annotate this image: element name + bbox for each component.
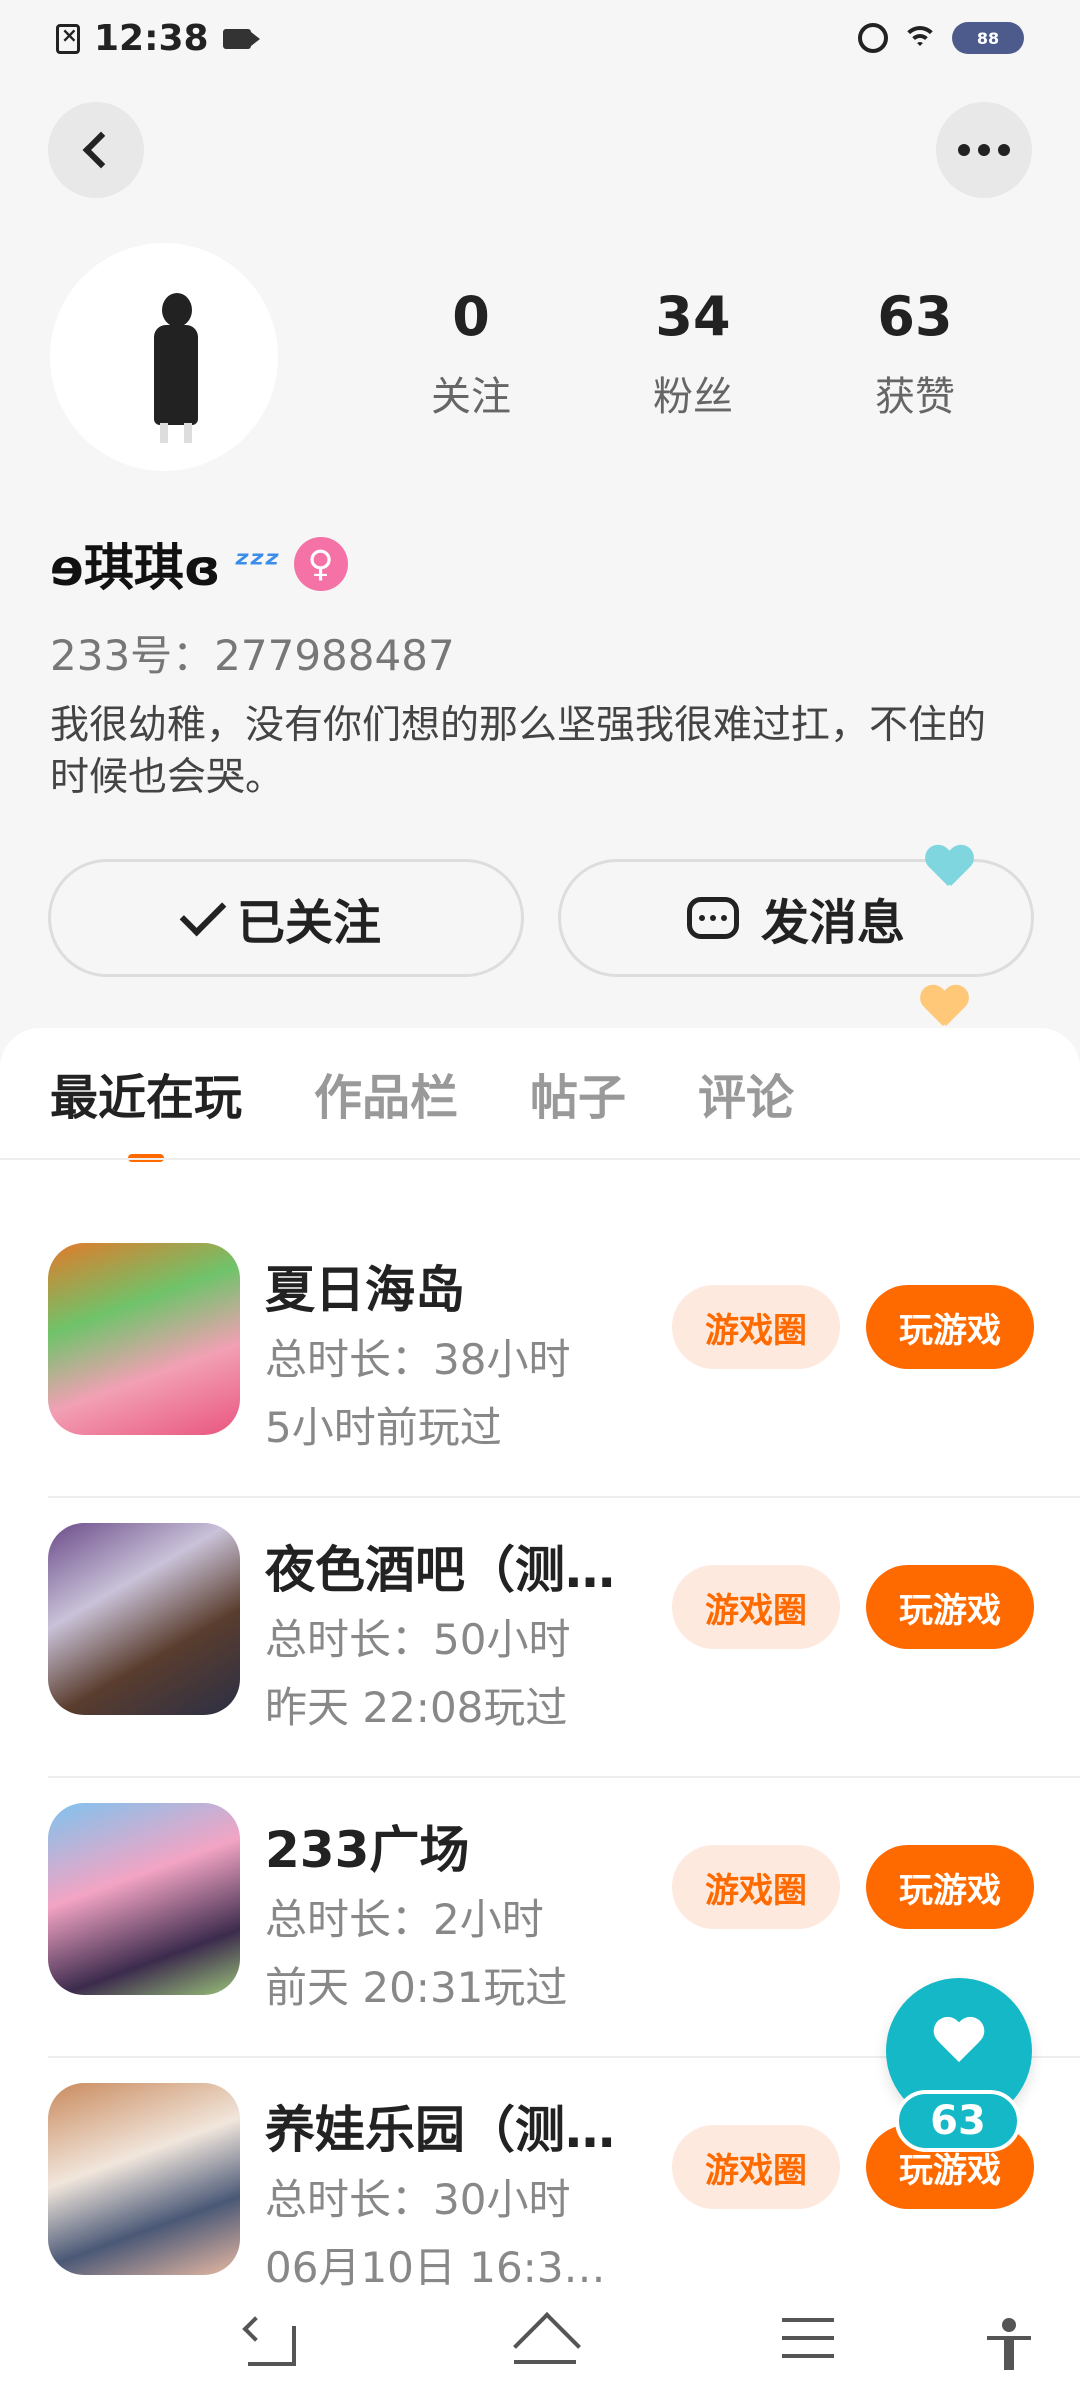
user-id: 233号：277988487 [50,631,455,680]
play-game-button[interactable]: 玩游戏 [866,1285,1034,1369]
female-gender-icon: ♀ [293,537,348,591]
stat-value: 63 [877,285,953,348]
game-circle-button[interactable]: 游戏圈 [672,2125,840,2209]
stat-likes[interactable]: 63 获赞 [804,290,1026,422]
system-nav-bar [0,2288,1080,2400]
nav-menu-icon[interactable] [782,2318,842,2374]
game-icon[interactable] [48,2083,240,2275]
name-row: ɘ琪琪ɞ ᶻᶻᶻ ♀ [50,528,348,600]
game-circle-button[interactable]: 游戏圈 [672,1565,840,1649]
game-last-played: 06月10日 16:3… [265,2243,606,2292]
tab-posts[interactable]: 帖子 [530,1058,626,1128]
stat-label: 粉丝 [653,374,733,420]
game-circle-button[interactable]: 游戏圈 [672,1285,840,1369]
list-item[interactable]: 夜色酒吧（测… 总时长：50小时 昨天 22:08玩过 游戏圈 玩游戏 [0,1498,1080,1778]
game-title: 养娃乐园（测… [265,2101,615,2159]
heart-icon [934,2018,984,2064]
divider [0,1158,1080,1160]
stat-following[interactable]: 0 关注 [360,290,582,422]
status-time: 12:38 [94,18,209,59]
blocked-file-icon [56,23,80,54]
wifi-icon [902,24,938,52]
stat-value: 0 [452,285,490,348]
tab-recently-played[interactable]: 最近在玩 [50,1058,242,1128]
stat-value: 34 [655,285,731,348]
game-title: 233广场 [265,1821,470,1879]
stat-label: 获赞 [875,374,955,420]
game-duration: 总时长：38小时 [265,1335,571,1384]
tab-comments[interactable]: 评论 [698,1058,794,1128]
floating-heart-icon [925,846,971,892]
more-options-button[interactable] [936,102,1032,198]
more-dots-icon [958,144,1010,156]
game-circle-button[interactable]: 游戏圈 [672,1845,840,1929]
list-item[interactable]: 夏日海岛 总时长：38小时 5小时前玩过 游戏圈 玩游戏 [0,1218,1080,1498]
accessibility-icon[interactable] [984,2318,1034,2374]
alarm-icon [858,23,888,53]
tab-bar: 最近在玩 作品栏 帖子 评论 [50,1058,866,1128]
game-icon[interactable] [48,1523,240,1715]
nav-back-icon[interactable] [240,2318,300,2374]
sleeping-icon: ᶻᶻᶻ [234,543,280,585]
game-duration: 总时长：2小时 [265,1895,544,1944]
game-title: 夜色酒吧（测… [265,1541,615,1599]
profile-stats: 0 关注 34 粉丝 63 获赞 [360,290,1026,422]
stat-fans[interactable]: 34 粉丝 [582,290,804,422]
chevron-left-icon [82,131,120,169]
avatar[interactable] [50,243,278,471]
floating-heart-icon [920,986,966,1032]
following-button[interactable]: 已关注 [48,859,524,977]
game-duration: 总时长：30小时 [265,2175,571,2224]
play-game-button[interactable]: 玩游戏 [866,1845,1034,1929]
video-camera-icon [222,28,260,49]
game-last-played: 5小时前玩过 [265,1403,502,1452]
tab-works[interactable]: 作品栏 [314,1058,458,1128]
back-button[interactable] [48,102,144,198]
chat-bubble-icon [686,897,739,939]
status-bar: 12:38 88 [0,0,1080,84]
play-game-button[interactable]: 玩游戏 [866,1565,1034,1649]
send-message-label: 发消息 [760,895,905,951]
game-duration: 总时长：50小时 [265,1615,571,1664]
game-icon[interactable] [48,1803,240,1995]
game-icon[interactable] [48,1243,240,1435]
game-title: 夏日海岛 [265,1261,465,1319]
game-list: 夏日海岛 总时长：38小时 5小时前玩过 游戏圈 玩游戏 夜色酒吧（测… 总时长… [0,1218,1080,2338]
stat-label: 关注 [431,374,511,420]
game-last-played: 前天 20:31玩过 [265,1963,568,2012]
battery-icon: 88 [952,22,1024,54]
user-name: ɘ琪琪ɞ [50,539,221,597]
check-icon [179,889,227,937]
game-last-played: 昨天 22:08玩过 [265,1683,568,1732]
user-bio: 我很幼稚，没有你们想的那么坚强我很难过扛，不住的时候也会哭。 [50,703,987,800]
following-label: 已关注 [236,895,381,951]
nav-home-icon[interactable] [510,2318,580,2374]
like-count-badge: 63 [895,2090,1021,2152]
